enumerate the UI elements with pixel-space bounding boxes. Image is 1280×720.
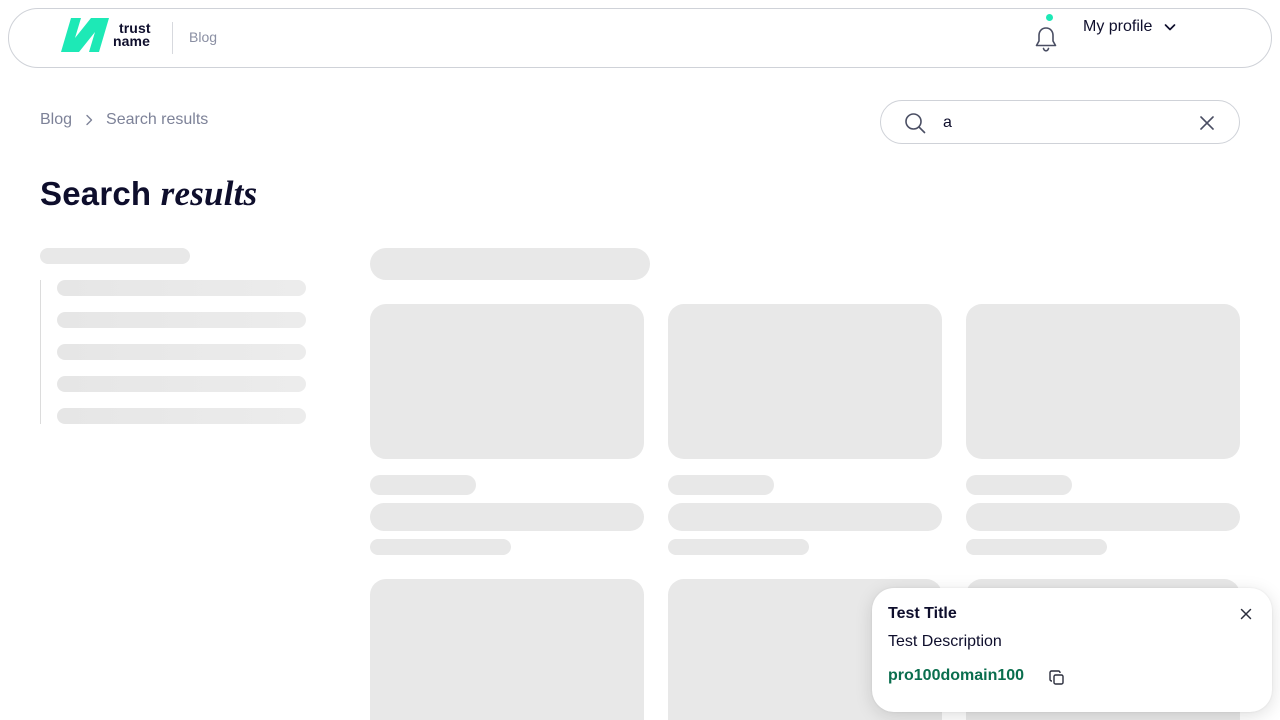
card-skeleton-meta (966, 539, 1107, 555)
sidebar-skeleton-item (57, 344, 306, 360)
trustname-logo[interactable]: trust name (61, 18, 151, 52)
header-divider (172, 22, 173, 54)
sidebar-skeleton-item (57, 376, 306, 392)
breadcrumb-item-blog[interactable]: Blog (40, 111, 72, 129)
card-skeleton-meta (370, 539, 511, 555)
logo-text: trust name (113, 21, 151, 49)
sidebar-skeleton-item (57, 280, 306, 296)
breadcrumb-item-current: Search results (106, 111, 209, 128)
sidebar-skeleton-item (57, 408, 306, 424)
chevron-right-icon (86, 114, 93, 126)
page-title-emphasis: results (160, 174, 258, 213)
card-skeleton-image (370, 579, 644, 720)
chevron-down-icon (1165, 24, 1176, 31)
profile-label: My profile (1083, 18, 1153, 35)
toast-title: Test Title (888, 605, 957, 622)
sidebar-skeleton-rule (40, 280, 41, 424)
search-icon (905, 113, 926, 134)
page-title-main: Search (40, 175, 152, 212)
page-title: Search results (40, 174, 257, 214)
header-blog-link[interactable]: Blog (189, 29, 217, 45)
toast-description: Test Description (888, 633, 1002, 650)
card-skeleton-title (370, 503, 644, 531)
card-skeleton-tag (668, 475, 774, 495)
search-input[interactable] (943, 111, 1183, 135)
top-navbar: trust name Blog (8, 8, 1272, 68)
card-skeleton-meta (668, 539, 809, 555)
card-skeleton-image (370, 304, 644, 459)
search-box (880, 100, 1240, 144)
logo-text-line2: name (113, 33, 150, 49)
notification-badge (1046, 14, 1053, 21)
trustname-logo-icon (61, 18, 109, 52)
sidebar-skeleton-heading (40, 248, 190, 264)
copy-icon[interactable] (1048, 669, 1066, 687)
sidebar-skeleton-item (57, 312, 306, 328)
card-skeleton-tag (370, 475, 476, 495)
card-skeleton-image (966, 304, 1240, 459)
profile-menu-button[interactable]: My profile (1083, 18, 1178, 36)
results-skeleton-heading (370, 248, 650, 280)
breadcrumb: Blog Search results (40, 111, 208, 129)
close-icon[interactable] (1197, 113, 1217, 133)
close-icon[interactable] (1238, 606, 1254, 622)
card-skeleton-title (668, 503, 942, 531)
bell-icon[interactable] (1033, 25, 1059, 53)
card-skeleton-title (966, 503, 1240, 531)
toast-notification: Test Title Test Description pro100domain… (872, 588, 1272, 712)
card-skeleton-tag (966, 475, 1072, 495)
toast-domain: pro100domain100 (888, 667, 1025, 684)
card-skeleton-image (668, 304, 942, 459)
